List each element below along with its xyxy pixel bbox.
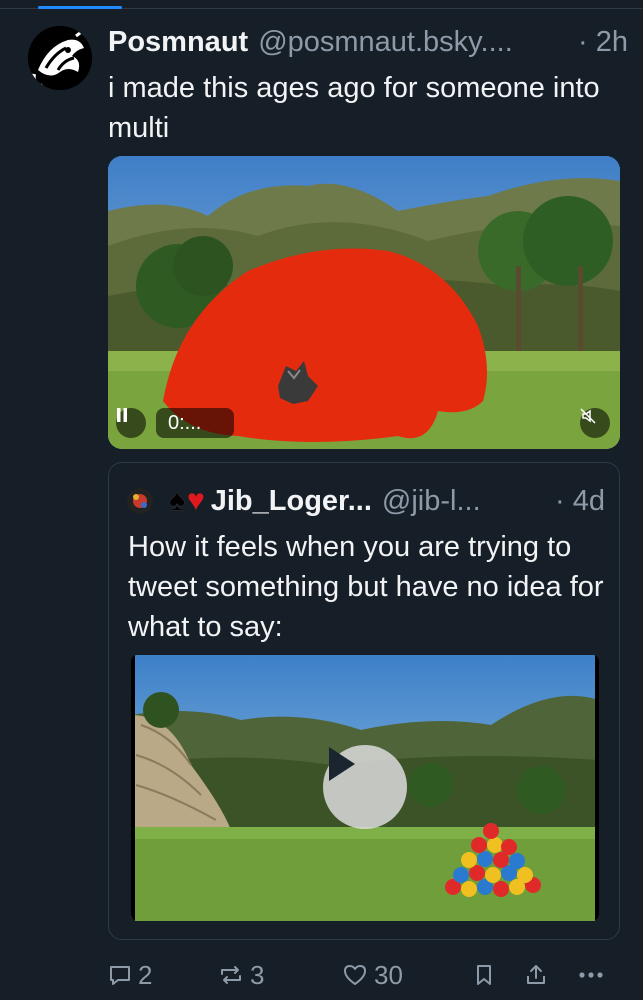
repost-icon [221,966,241,984]
repost-button[interactable]: 3 [218,960,342,991]
quote-video-player[interactable] [131,655,599,921]
share-icon [527,965,545,984]
repost-count: 3 [250,959,265,990]
share-button[interactable] [524,963,578,987]
quote-header: ♠ ♥ Jib_Loger... @jib-l... · 4d [127,481,605,521]
pause-icon [117,408,127,422]
post-text: i made this ages ago for someone into mu… [108,72,600,144]
like-button[interactable]: 30 [342,960,474,991]
quote-text: How it feels when you are trying to twee… [128,531,604,643]
post-action-bar: 2 3 30 [108,955,628,995]
like-icon [344,965,366,985]
reply-icon [110,966,130,985]
video-time-label: 0:... [156,408,234,438]
quote-author-handle[interactable]: @jib-l... [382,485,481,518]
pause-button[interactable] [116,408,146,438]
like-count: 30 [374,959,403,990]
more-icon [579,972,603,978]
play-button[interactable] [323,745,407,829]
quote-timestamp[interactable]: · 4d [555,485,605,518]
mute-icon [580,408,596,424]
author-avatar[interactable] [28,26,92,90]
author-handle[interactable]: @posmnaut.bsky.... [258,26,513,59]
reply-count: 2 [138,959,153,990]
spade-icon: ♠ [169,484,185,517]
reply-button[interactable]: 2 [108,960,218,991]
author-name[interactable]: Posmnaut [108,26,248,59]
quoted-post-card[interactable]: ♠ ♥ Jib_Loger... @jib-l... · 4d How it f… [108,462,620,940]
quote-author-avatar[interactable] [127,488,153,514]
bookmark-icon [477,965,491,985]
quote-author-name[interactable]: Jib_Loger... [211,485,372,518]
post-video-player[interactable]: 0:... [108,156,620,449]
bookmark-button[interactable] [474,963,524,987]
mute-button[interactable] [580,408,610,438]
post-header: Posmnaut @posmnaut.bsky.... · 2h [108,22,628,62]
play-icon [329,747,355,781]
active-tab-indicator [38,6,122,9]
post-timestamp[interactable]: · 2h [570,26,628,59]
more-options-button[interactable] [578,971,618,979]
heart-icon: ♥ [186,484,205,517]
